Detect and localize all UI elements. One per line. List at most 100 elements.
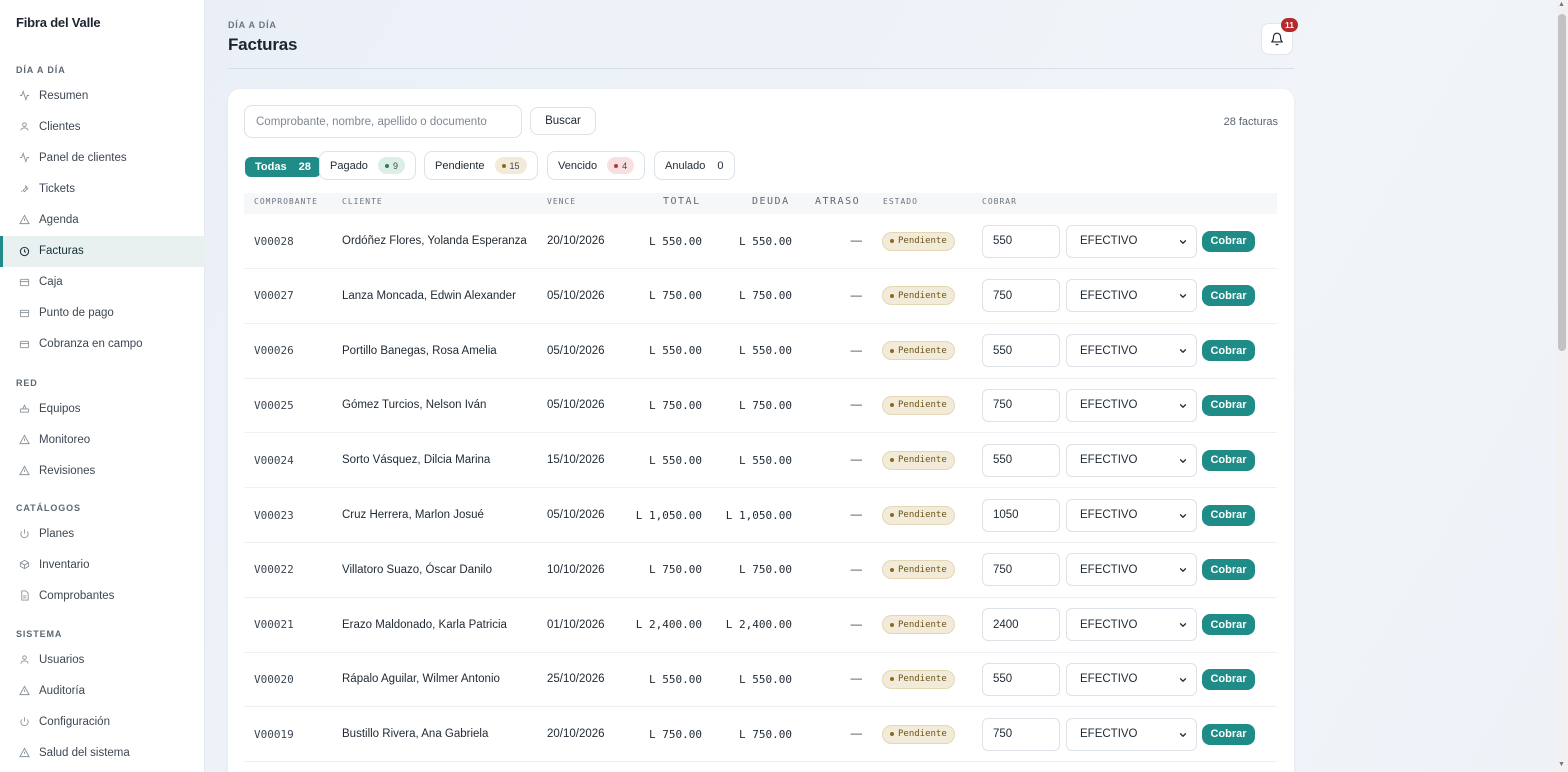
scrollbar-thumb[interactable]	[1558, 14, 1566, 351]
payment-method-select[interactable]: EFECTIVO	[1066, 608, 1197, 642]
filter-vencido[interactable]: Vencido 4	[547, 151, 646, 180]
sidebar-item-caja[interactable]: Caja	[0, 267, 205, 298]
filter-pendiente[interactable]: Pendiente 15	[424, 151, 538, 180]
amount-input[interactable]	[982, 662, 1060, 696]
page-scrollbar[interactable]: ▲ ▼	[1556, 0, 1568, 772]
cobrar-button[interactable]: Cobrar	[1202, 285, 1255, 307]
amount-input[interactable]	[982, 717, 1060, 751]
filter-todas[interactable]: Todas 28	[245, 157, 321, 177]
cell-comprobante[interactable]: V00026	[254, 324, 294, 378]
payment-method-select[interactable]: EFECTIVO	[1066, 553, 1197, 587]
sidebar-item-clientes[interactable]: Clientes	[0, 111, 205, 142]
filter-pagado[interactable]: Pagado 9	[319, 151, 416, 180]
sidebar-item-inventario[interactable]: Inventario	[0, 549, 205, 580]
payment-method-value: EFECTIVO	[1080, 289, 1138, 302]
amount-input[interactable]	[982, 553, 1060, 587]
document-icon	[18, 590, 30, 602]
invoices-card: Buscar 28 facturas Todas 28 Pagado 9 Pendien…	[228, 89, 1294, 772]
cell-cliente[interactable]: Cruz Herrera, Marlon Josué	[342, 488, 484, 542]
cobrar-button[interactable]: Cobrar	[1202, 449, 1255, 471]
sidebar-item-facturas[interactable]: Facturas	[0, 235, 205, 267]
cobrar-button[interactable]: Cobrar	[1202, 394, 1255, 416]
cell-comprobante[interactable]: V00019	[254, 707, 294, 761]
cell-comprobante[interactable]: V00020	[254, 652, 294, 706]
col-cobrar: COBRAR	[982, 197, 1017, 206]
cell-monto	[982, 214, 1060, 268]
sidebar-item-configuración[interactable]: Configuración	[0, 706, 205, 737]
amount-input[interactable]	[982, 443, 1060, 477]
payment-method-select[interactable]: EFECTIVO	[1066, 662, 1197, 696]
status-label: Pendiente	[898, 400, 947, 411]
amount-input[interactable]	[982, 498, 1060, 532]
cell-comprobante[interactable]: V00027	[254, 269, 294, 323]
cell-cliente[interactable]: Erazo Maldonado, Karla Patricia	[342, 598, 507, 652]
amount-input[interactable]	[982, 388, 1060, 422]
sidebar-item-monitoreo[interactable]: Monitoreo	[0, 424, 205, 455]
filter-anulado[interactable]: Anulado 0	[654, 151, 735, 180]
sidebar-item-label: Comprobantes	[39, 589, 115, 602]
warning-icon	[18, 747, 30, 759]
payment-method-select[interactable]: EFECTIVO	[1066, 498, 1197, 532]
payment-method-select[interactable]: EFECTIVO	[1066, 224, 1197, 258]
scroll-down-icon[interactable]: ▼	[1558, 761, 1565, 768]
cell-atraso: —	[850, 618, 863, 631]
amount-input[interactable]	[982, 224, 1060, 258]
payment-method-select[interactable]: EFECTIVO	[1066, 279, 1197, 313]
payment-method-select[interactable]: EFECTIVO	[1066, 388, 1197, 422]
cell-atraso: —	[850, 454, 863, 467]
sidebar-item-equipos[interactable]: Equipos	[0, 393, 205, 424]
amount-input[interactable]	[982, 334, 1060, 368]
cell-cliente[interactable]: Rápalo Aguilar, Wilmer Antonio	[342, 652, 500, 706]
cobrar-button[interactable]: Cobrar	[1202, 723, 1255, 745]
sidebar-item-panel-de-clientes[interactable]: Panel de clientes	[0, 142, 205, 173]
cell-cliente[interactable]: Portillo Banegas, Rosa Amelia	[342, 324, 497, 378]
sidebar-item-salud-del-sistema[interactable]: Salud del sistema	[0, 737, 205, 768]
cobrar-button[interactable]: Cobrar	[1202, 614, 1255, 636]
cell-comprobante[interactable]: V00028	[254, 214, 294, 268]
cell-estado: Pendiente	[882, 269, 955, 323]
cell-cliente[interactable]: Gómez Turcios, Nelson Iván	[342, 378, 486, 432]
cell-cliente[interactable]: Lanza Moncada, Edwin Alexander	[342, 269, 516, 323]
sidebar-item-resumen[interactable]: Resumen	[0, 80, 205, 111]
amount-input[interactable]	[982, 279, 1060, 313]
cobrar-button[interactable]: Cobrar	[1202, 668, 1255, 690]
sidebar-item-tickets[interactable]: Tickets	[0, 173, 205, 204]
cell-atraso: —	[850, 728, 863, 741]
cell-comprobante[interactable]: V00024	[254, 433, 294, 487]
search-input[interactable]	[244, 105, 522, 138]
cell-cliente[interactable]: Sorto Vásquez, Dilcia Marina	[342, 433, 490, 487]
sidebar-item-comprobantes[interactable]: Comprobantes	[0, 580, 205, 611]
cell-cliente[interactable]: Ordóñez Flores, Yolanda Esperanza	[342, 214, 527, 268]
cell-comprobante[interactable]: V00025	[254, 378, 294, 432]
cell-comprobante[interactable]: V00021	[254, 598, 294, 652]
scroll-up-icon[interactable]: ▲	[1558, 1, 1565, 8]
table-header: COMPROBANTE CLIENTE VENCE TOTAL DEUDA AT…	[244, 193, 1277, 214]
search-button[interactable]: Buscar	[530, 107, 596, 135]
cell-cliente[interactable]: Villatoro Suazo, Óscar Danilo	[342, 543, 492, 597]
amount-input[interactable]	[982, 608, 1060, 642]
payment-method-select[interactable]: EFECTIVO	[1066, 717, 1197, 751]
cobrar-button[interactable]: Cobrar	[1202, 230, 1255, 252]
cell-total: L 550.00	[649, 672, 702, 686]
cobrar-button[interactable]: Cobrar	[1202, 504, 1255, 526]
payment-method-select[interactable]: EFECTIVO	[1066, 334, 1197, 368]
col-estado: ESTADO	[883, 197, 918, 206]
sidebar-item-agenda[interactable]: Agenda	[0, 204, 205, 235]
cell-comprobante[interactable]: V00022	[254, 543, 294, 597]
sidebar-item-cobranza-en-campo[interactable]: Cobranza en campo	[0, 329, 205, 360]
table-row: V00028 Ordóñez Flores, Yolanda Esperanza 2…	[244, 214, 1277, 269]
sidebar-item-punto-de-pago[interactable]: Punto de pago	[0, 298, 205, 329]
cell-total: L 1,050.00	[635, 508, 702, 522]
cell-accion: Cobrar	[1202, 433, 1255, 487]
sidebar-item-auditoría[interactable]: Auditoría	[0, 675, 205, 706]
sidebar-item-usuarios[interactable]: Usuarios	[0, 644, 205, 675]
sidebar-item-planes[interactable]: Planes	[0, 518, 205, 549]
cobrar-button[interactable]: Cobrar	[1202, 340, 1255, 362]
sidebar-item-revisiones[interactable]: Revisiones	[0, 455, 205, 486]
cell-cliente[interactable]: Bustillo Rivera, Ana Gabriela	[342, 707, 488, 761]
cobrar-button[interactable]: Cobrar	[1202, 559, 1255, 581]
cell-metodo: EFECTIVO	[1066, 433, 1197, 487]
cell-comprobante[interactable]: V00023	[254, 488, 294, 542]
payment-method-select[interactable]: EFECTIVO	[1066, 443, 1197, 477]
status-dot-icon	[890, 403, 894, 408]
